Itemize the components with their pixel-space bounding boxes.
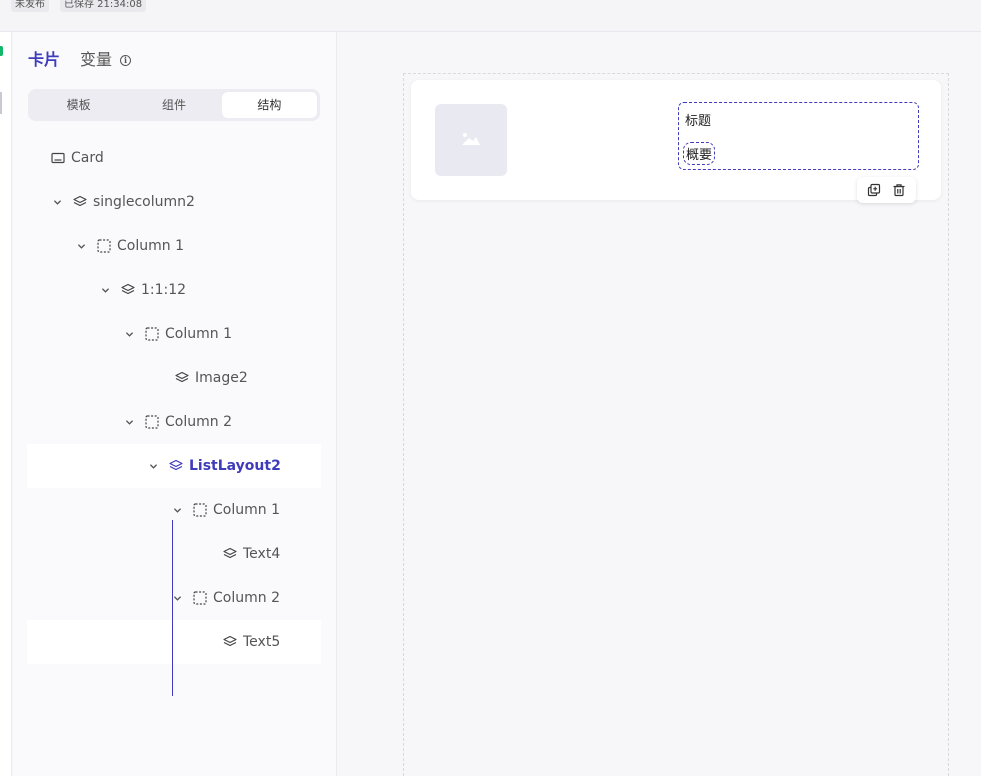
chevron-down-icon[interactable]: [75, 240, 87, 252]
scroll-indicator: [0, 92, 2, 114]
tree-node-label: Column 1: [117, 238, 184, 254]
tree-node[interactable]: Card: [27, 136, 321, 180]
chevron-down-icon[interactable]: [51, 196, 63, 208]
column-dashed-icon: [97, 239, 111, 253]
structure-panel: 卡片 变量 i 模板 组件 结构 Card singlecolumn2 Column…: [13, 32, 337, 776]
segment-components[interactable]: 组件: [126, 92, 221, 118]
chevron-down-icon[interactable]: [147, 460, 159, 472]
layers-icon: [121, 283, 135, 297]
tree-node-label: Text4: [243, 546, 281, 562]
chevron-down-icon[interactable]: [99, 284, 111, 296]
info-circle-icon[interactable]: i: [120, 54, 132, 66]
tab-card[interactable]: 卡片: [28, 49, 60, 71]
unpublished-badge: 未发布: [11, 0, 49, 12]
list-layout-selection[interactable]: 标题 概要: [678, 102, 919, 170]
tree-node-label: Column 1: [213, 502, 280, 518]
saved-status: 已保存 21:34:08: [60, 0, 147, 12]
layers-icon: [175, 371, 189, 385]
tab-variables[interactable]: 变量: [80, 49, 112, 71]
tree-node[interactable]: Text4: [27, 532, 321, 576]
tree-node[interactable]: Column 2: [27, 400, 321, 444]
column-dashed-icon: [145, 327, 159, 341]
card-icon: [51, 151, 65, 165]
layers-icon: [223, 547, 237, 561]
tree-node[interactable]: 1:1:12: [27, 268, 321, 312]
column-dashed-icon: [145, 415, 159, 429]
column-dashed-icon: [193, 591, 207, 605]
tree-node-label: Text5: [243, 634, 281, 650]
layers-icon: [73, 195, 87, 209]
chevron-down-icon[interactable]: [123, 328, 135, 340]
tree-node[interactable]: Column 1: [27, 224, 321, 268]
tree-node[interactable]: Image2: [27, 356, 321, 400]
tree-node-label: Image2: [195, 370, 248, 386]
tree-node-label: singlecolumn2: [93, 194, 195, 210]
chevron-down-icon[interactable]: [171, 504, 183, 516]
tree-node[interactable]: Column 1: [27, 312, 321, 356]
tree-node-label: Column 2: [213, 590, 280, 606]
tree-node[interactable]: singlecolumn2: [27, 180, 321, 224]
tree-node[interactable]: ListLayout2: [27, 444, 321, 488]
tree-node[interactable]: Column 1: [27, 488, 321, 532]
image-placeholder[interactable]: [435, 104, 507, 176]
segment-structure[interactable]: 结构: [221, 92, 317, 118]
tree-node[interactable]: Column 2: [27, 576, 321, 620]
card-preview[interactable]: 标题 概要: [411, 80, 941, 203]
tree-node-label: Card: [71, 150, 104, 166]
card-summary[interactable]: 概要: [683, 142, 716, 165]
copy-icon[interactable]: [867, 183, 881, 197]
image-placeholder-icon: [461, 130, 481, 150]
tree-node-label: Column 1: [165, 326, 232, 342]
structure-tree: Card singlecolumn2 Column 1 1:1:12 Column 1 I…: [27, 136, 321, 696]
segmented-control: 模板 组件 结构: [28, 89, 320, 121]
left-activity-strip: [0, 32, 12, 776]
selection-actions: [857, 177, 916, 203]
trash-icon[interactable]: [892, 183, 906, 197]
segment-templates[interactable]: 模板: [31, 92, 126, 118]
tree-guide-line: [172, 520, 173, 696]
panel-tabs: 卡片 变量 i: [28, 49, 132, 71]
tree-node-label: Column 2: [165, 414, 232, 430]
tree-node[interactable]: Text5: [27, 620, 321, 664]
layers-icon: [223, 635, 237, 649]
chevron-down-icon[interactable]: [123, 416, 135, 428]
tree-node-label: ListLayout2: [189, 458, 281, 474]
column-dashed-icon: [193, 503, 207, 517]
layers-icon: [169, 459, 183, 473]
active-indicator: [0, 46, 3, 56]
top-bar: 未发布 已保存 21:34:08: [0, 0, 981, 32]
card-title[interactable]: 标题: [685, 110, 711, 129]
tree-node-label: 1:1:12: [141, 282, 187, 298]
